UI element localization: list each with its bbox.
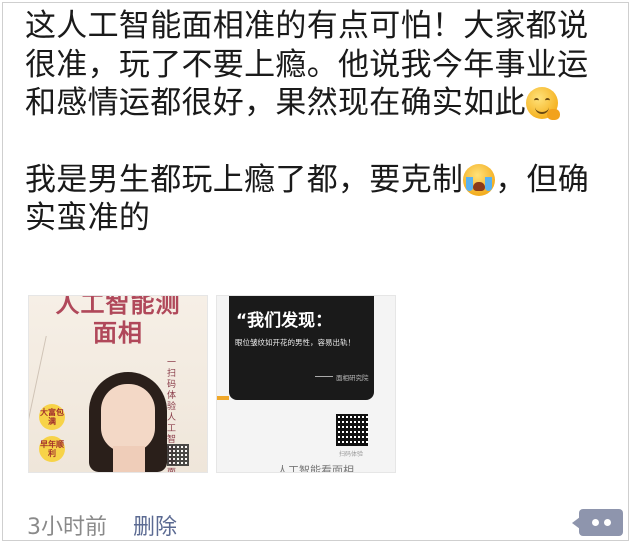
post-text-2a: 我是男生都玩上瘾了都，要克制	[25, 161, 464, 198]
moments-post: 这人工智能面相准的有点可怕！大家都说很准，玩了不要上瘾。他说我今年事业运和感情运…	[2, 2, 629, 541]
post-body: 这人工智能面相准的有点可怕！大家都说很准，玩了不要上瘾。他说我今年事业运和感情运…	[25, 7, 615, 238]
qr-code-icon	[336, 414, 368, 446]
dot-icon	[592, 519, 599, 526]
post-time: 3小时前	[27, 515, 107, 540]
image1-badge-2: 早年顺利	[39, 436, 65, 462]
portrait-neck	[113, 446, 145, 472]
post-text-1: 这人工智能面相准的有点可怕！大家都说很准，玩了不要上瘾。他说我今年事业运和感情运…	[25, 8, 589, 121]
accent-tick	[217, 396, 229, 400]
comment-more-button[interactable]	[572, 509, 623, 536]
post-paragraph-1: 这人工智能面相准的有点可怕！大家都说很准，玩了不要上瘾。他说我今年事业运和感情运…	[25, 7, 615, 123]
image2-footer-text: 人工智能看面相	[277, 464, 354, 473]
image1-title: 人工智能测 面相	[55, 295, 181, 347]
image1-badge-1: 大富包满	[39, 404, 65, 430]
quote-rule	[315, 376, 333, 377]
quote-headline: “我们发现：	[236, 311, 333, 331]
crying-laughing-emoji-icon	[463, 163, 496, 196]
quote-card: “我们发现： 眼位皱纹如开花的男性，容易出轨！ 面相研究院	[229, 296, 374, 400]
quote-source: 面相研究院	[336, 374, 369, 382]
post-paragraph-2: 我是男生都玩上瘾了都，要克制 ，但确实蛮准的	[25, 161, 615, 238]
delete-link[interactable]: 删除	[133, 509, 177, 541]
qr-code-icon	[167, 444, 189, 466]
qr-caption: 扫码体验	[339, 451, 364, 458]
dot-icon	[604, 519, 611, 526]
quote-subline: 眼位皱纹如开花的男性，容易出轨！	[235, 338, 355, 347]
post-image-1[interactable]: 人工智能测 面相 一扫码体验人工智能看面相 大富包满 早年顺利	[28, 295, 208, 473]
smirk-hand-emoji-icon	[525, 87, 560, 120]
post-image-2[interactable]: “我们发现： 眼位皱纹如开花的男性，容易出轨！ 面相研究院 扫码体验 人工智能看…	[216, 295, 396, 473]
portrait-face	[101, 384, 155, 452]
